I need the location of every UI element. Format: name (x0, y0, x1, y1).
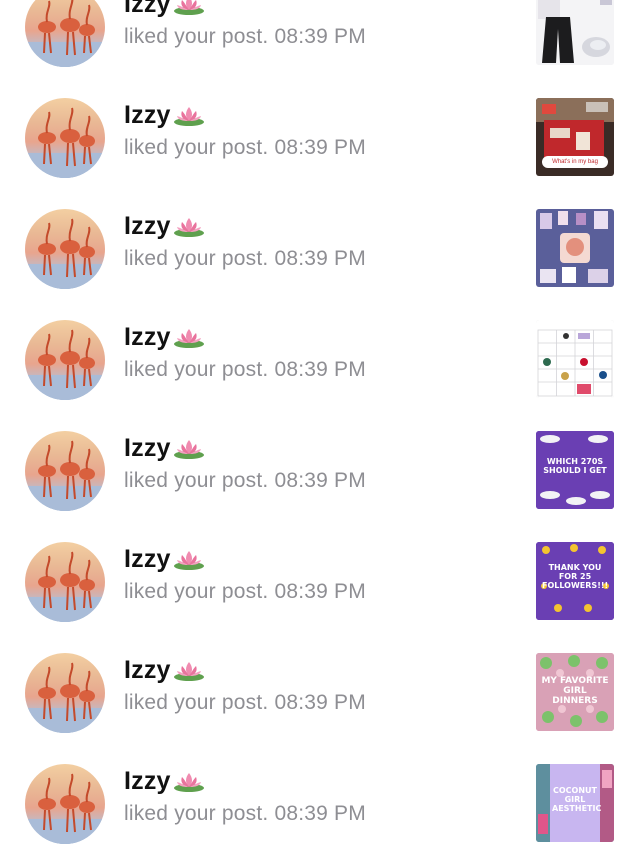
timestamp: 08:39 PM (274, 247, 366, 270)
user-name[interactable]: Izzy (124, 212, 171, 241)
notification-row[interactable]: Izzy liked your post. 08:39 PM (0, 199, 640, 310)
activity-text: liked your post. (124, 136, 269, 159)
activity-line: liked your post. 08:39 PM (124, 247, 366, 271)
notification-row[interactable]: Izzy liked your post. 08:39 PM (0, 310, 640, 421)
post-thumbnail[interactable]: MY FAVORITE GIRL DINNERS (536, 653, 614, 731)
notification-text: Izzy liked your post. 08:39 PM (124, 0, 366, 49)
user-name[interactable]: Izzy (124, 545, 171, 574)
avatar[interactable] (25, 653, 105, 733)
notification-text: Izzy liked your post. 08:39 PM (124, 766, 366, 826)
activity-text: liked your post. (124, 691, 269, 714)
lotus-icon (173, 0, 204, 15)
lotus-icon (173, 329, 204, 348)
post-thumbnail[interactable] (536, 0, 614, 65)
notification-text: Izzy liked your post. 08:39 PM (124, 544, 366, 604)
lotus-icon (173, 773, 204, 792)
lotus-icon (173, 551, 204, 570)
avatar[interactable] (25, 98, 105, 178)
post-thumbnail[interactable]: WHICH 270S SHOULD I GET (536, 431, 614, 509)
notification-row[interactable]: Izzy liked your post. 08:39 PM (0, 754, 640, 865)
activity-line: liked your post. 08:39 PM (124, 469, 366, 493)
thumbnail-caption: THANK YOU FOR 25 FOLLOWERS!!! (542, 563, 609, 590)
notification-text: Izzy liked your post. 08:39 PM (124, 100, 366, 160)
avatar[interactable] (25, 764, 105, 844)
avatar[interactable] (25, 0, 105, 67)
activity-line: liked your post. 08:39 PM (124, 580, 366, 604)
user-name[interactable]: Izzy (124, 434, 171, 463)
user-name[interactable]: Izzy (124, 656, 171, 685)
notification-text: Izzy liked your post. 08:39 PM (124, 655, 366, 715)
activity-text: liked your post. (124, 469, 269, 492)
lotus-icon (173, 662, 204, 681)
activity-text: liked your post. (124, 358, 269, 381)
activity-line: liked your post. 08:39 PM (124, 136, 366, 160)
thumbnail-caption: What's in my bag (552, 159, 598, 165)
activity-line: liked your post. 08:39 PM (124, 802, 366, 826)
notification-row[interactable]: Izzy liked your post. 08:39 PM (0, 421, 640, 532)
activity-text: liked your post. (124, 25, 269, 48)
notifications-list: Izzy liked your post. 08:39 PM Izzy like… (0, 0, 640, 865)
avatar[interactable] (25, 320, 105, 400)
activity-line: liked your post. 08:39 PM (124, 25, 366, 49)
timestamp: 08:39 PM (274, 136, 366, 159)
timestamp: 08:39 PM (274, 691, 366, 714)
notification-text: Izzy liked your post. 08:39 PM (124, 433, 366, 493)
timestamp: 08:39 PM (274, 469, 366, 492)
notification-row[interactable]: Izzy liked your post. 08:39 PM (0, 88, 640, 199)
avatar[interactable] (25, 542, 105, 622)
thumbnail-caption: MY FAVORITE GIRL DINNERS (541, 676, 609, 706)
lotus-icon (173, 440, 204, 459)
notification-text: Izzy liked your post. 08:39 PM (124, 211, 366, 271)
thumbnail-caption: WHICH 270S SHOULD I GET (543, 457, 607, 475)
notification-row[interactable]: Izzy liked your post. 08:39 PM (0, 532, 640, 643)
notification-row[interactable]: Izzy liked your post. 08:39 PM (0, 643, 640, 754)
post-thumbnail[interactable] (536, 209, 614, 287)
thumbnail-caption: COCONUT GIRL AESTHETIC (552, 786, 602, 813)
timestamp: 08:39 PM (274, 580, 366, 603)
post-thumbnail[interactable]: THANK YOU FOR 25 FOLLOWERS!!! (536, 542, 614, 620)
user-name[interactable]: Izzy (124, 0, 171, 19)
post-thumbnail[interactable] (536, 320, 614, 398)
activity-text: liked your post. (124, 580, 269, 603)
activity-line: liked your post. 08:39 PM (124, 691, 366, 715)
timestamp: 08:39 PM (274, 25, 366, 48)
notification-row[interactable]: Izzy liked your post. 08:39 PM (0, 0, 640, 88)
avatar[interactable] (25, 431, 105, 511)
user-name[interactable]: Izzy (124, 101, 171, 130)
user-name[interactable]: Izzy (124, 323, 171, 352)
post-thumbnail[interactable]: COCONUT GIRL AESTHETIC (536, 764, 614, 842)
timestamp: 08:39 PM (274, 358, 366, 381)
activity-line: liked your post. 08:39 PM (124, 358, 366, 382)
activity-text: liked your post. (124, 247, 269, 270)
lotus-icon (173, 107, 204, 126)
post-thumbnail[interactable]: What's in my bag (536, 98, 614, 176)
avatar[interactable] (25, 209, 105, 289)
user-name[interactable]: Izzy (124, 767, 171, 796)
timestamp: 08:39 PM (274, 802, 366, 825)
lotus-icon (173, 218, 204, 237)
activity-text: liked your post. (124, 802, 269, 825)
notification-text: Izzy liked your post. 08:39 PM (124, 322, 366, 382)
